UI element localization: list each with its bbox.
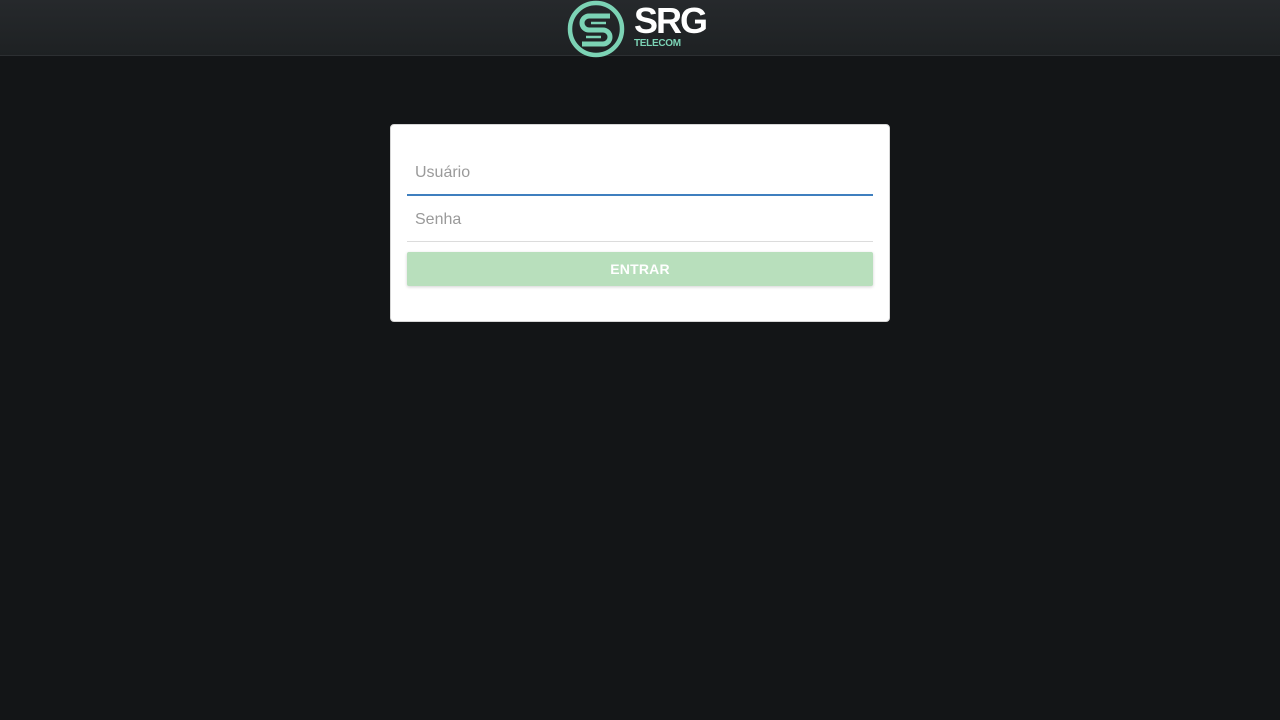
brand-logo[interactable]: SRG TELECOM — [567, 0, 708, 58]
srg-s-logo-icon — [567, 0, 625, 58]
login-button[interactable]: ENTRAR — [407, 252, 873, 286]
username-input[interactable] — [407, 152, 873, 196]
brand-wordmark: SRG TELECOM — [634, 0, 708, 49]
brand-subtitle: TELECOM — [634, 37, 681, 49]
top-bar: SRG TELECOM — [0, 0, 1280, 58]
password-input[interactable] — [407, 198, 873, 242]
brand-name: SRG — [634, 0, 708, 41]
login-card: ENTRAR — [390, 124, 890, 322]
